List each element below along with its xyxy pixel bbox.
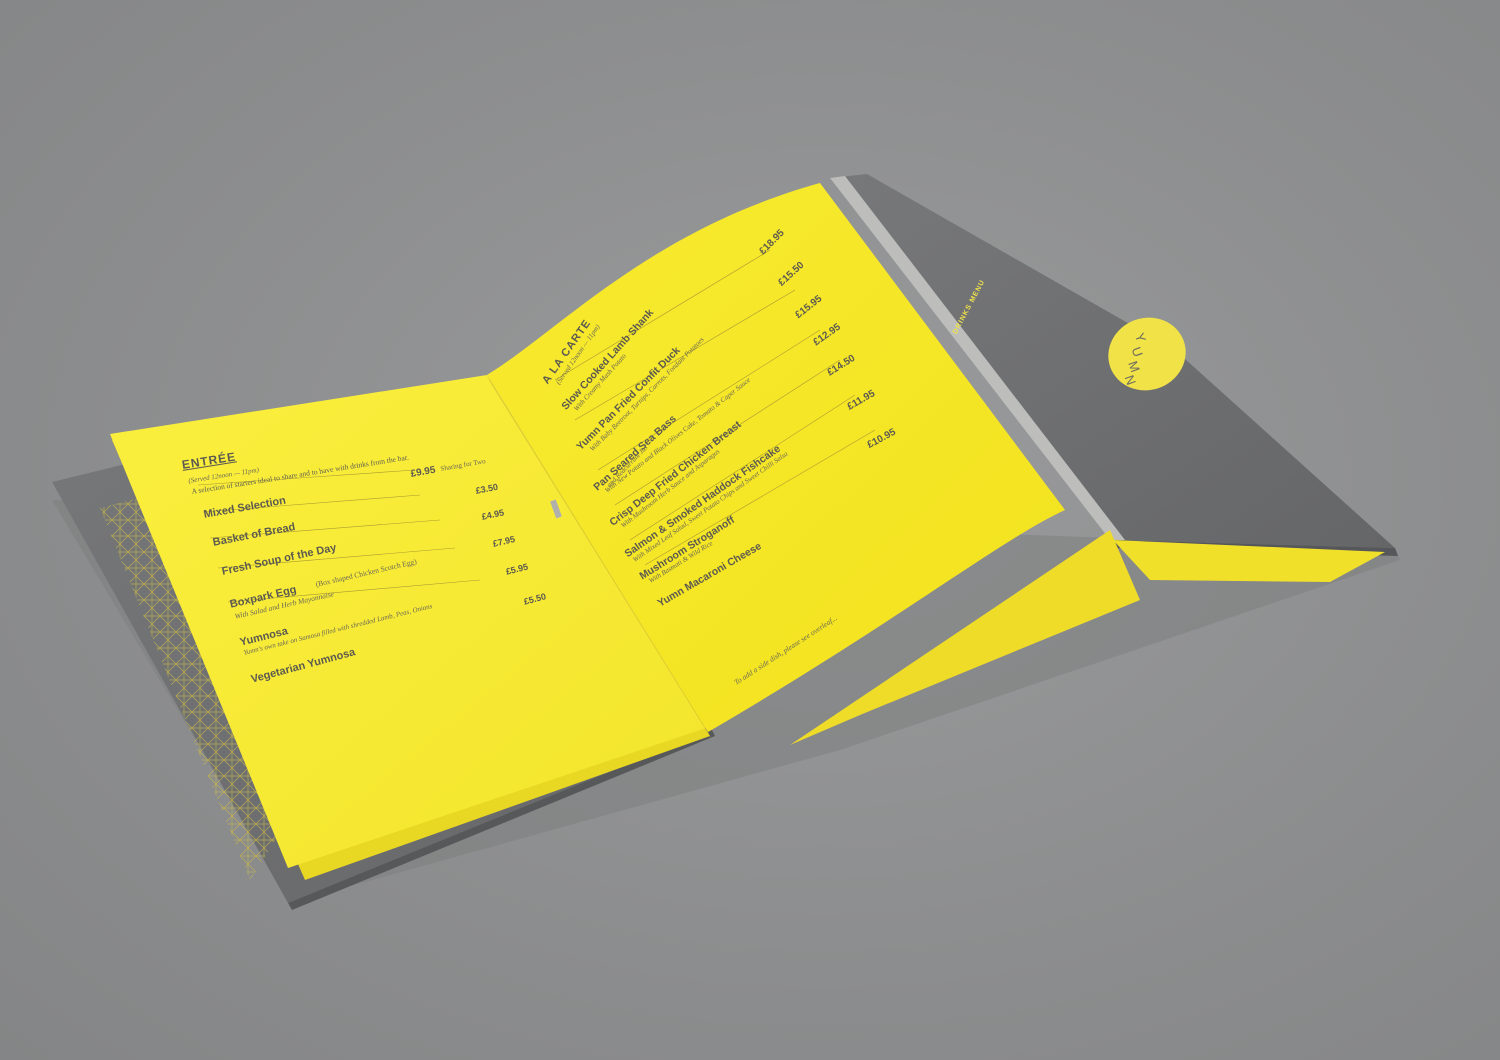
menu-illustration	[52, 174, 1400, 910]
logo-letter: Y	[1131, 330, 1150, 347]
scene: ENTRÉE (Served 12noon — 11pm) A selectio…	[0, 0, 1500, 1060]
logo-letter: N	[1121, 372, 1140, 389]
